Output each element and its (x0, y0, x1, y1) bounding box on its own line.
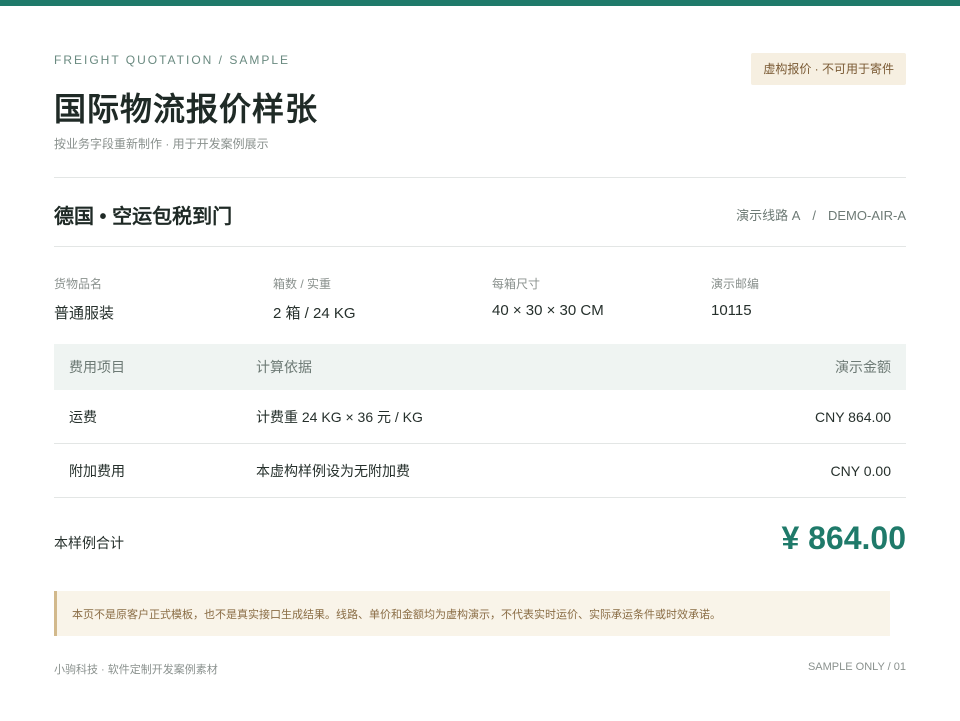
fee-basis: 计费重 24 KG × 36 元 / KG (256, 408, 423, 425)
fee-amount: CNY 864.00 (814, 408, 891, 425)
divider (54, 177, 906, 178)
table-row: 运费 计费重 24 KG × 36 元 / KG CNY 864.00 (54, 390, 906, 444)
info-value: 普通服装 (54, 305, 115, 322)
total-label: 本样例合计 (54, 535, 124, 551)
column-header-amount: 演示金额 (835, 359, 891, 375)
info-label: 箱数 / 实重 (273, 277, 332, 291)
eyebrow-label: FREIGHT QUOTATION / SAMPLE (54, 53, 291, 67)
info-item-goods: 货物品名 普通服装 (54, 275, 114, 323)
footer-credit: 小驹科技 · 软件定制开发案例素材 (54, 664, 218, 676)
info-value: 10115 (711, 302, 752, 319)
route-title: 德国 • 空运包税到门 (54, 206, 233, 228)
column-header-basis: 计算依据 (256, 359, 312, 375)
fee-amount: CNY 0.00 (830, 462, 891, 479)
route-line-label: 演示线路 A (736, 208, 801, 223)
info-item-cartons-weight: 箱数 / 实重 2 箱 / 24 KG (273, 275, 356, 323)
fee-item: 附加费用 (69, 462, 125, 479)
fee-item: 运费 (69, 408, 97, 425)
info-label: 货物品名 (54, 277, 103, 291)
top-accent-bar (0, 0, 960, 6)
info-value: 2 箱 / 24 KG (273, 305, 356, 322)
info-item-postcode: 演示邮编 10115 (711, 275, 759, 319)
cargo-info-grid: 货物品名 普通服装 箱数 / 实重 2 箱 / 24 KG 每箱尺寸 40 × … (54, 275, 906, 325)
info-item-dimensions: 每箱尺寸 40 × 30 × 30 CM (492, 275, 604, 319)
fee-table-header: 费用项目 计算依据 演示金额 (54, 344, 906, 390)
page-title: 国际物流报价样张 (54, 91, 319, 127)
table-row: 附加费用 本虚构样例设为无附加费 CNY 0.00 (54, 444, 906, 498)
route-separator: / (812, 208, 816, 223)
route-meta: 演示线路 A / DEMO-AIR-A (736, 205, 906, 224)
info-value: 40 × 30 × 30 CM (492, 302, 604, 319)
info-label: 每箱尺寸 (492, 277, 541, 291)
fee-table: 费用项目 计算依据 演示金额 运费 计费重 24 KG × 36 元 / KG … (54, 344, 906, 498)
disclaimer-notice: 本页不是原客户正式模板，也不是真实接口生成结果。线路、单价和金额均为虚构演示，不… (54, 591, 890, 636)
divider (54, 246, 906, 247)
sample-badge: 虚构报价 · 不可用于寄件 (751, 53, 906, 85)
footer-page-marker: SAMPLE ONLY / 01 (807, 661, 906, 673)
route-code: DEMO-AIR-A (828, 208, 906, 223)
column-header-item: 费用项目 (69, 359, 125, 375)
fee-basis: 本虚构样例设为无附加费 (256, 462, 410, 479)
info-label: 演示邮编 (711, 277, 760, 291)
total-amount: ¥ 864.00 (781, 520, 906, 556)
page-subtitle: 按业务字段重新制作 · 用于开发案例展示 (54, 137, 269, 151)
